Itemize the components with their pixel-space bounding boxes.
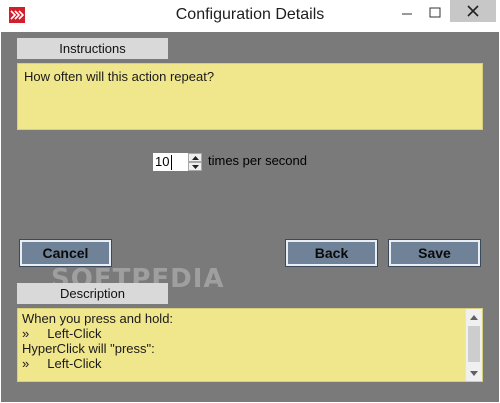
window-title: Configuration Details	[175, 6, 325, 23]
chevron-down-icon	[470, 370, 478, 376]
spin-up-button[interactable]	[188, 153, 202, 162]
description-line: HyperClick will "press":	[22, 341, 155, 356]
close-icon	[467, 5, 479, 17]
spin-down-button[interactable]	[188, 162, 202, 171]
repeat-rate-spinner[interactable]: 10	[152, 152, 203, 172]
description-box: When you press and hold: » Left-Click Hy…	[17, 308, 483, 382]
chevron-up-icon	[470, 314, 478, 320]
text-caret	[171, 155, 172, 170]
arrow-down-icon	[191, 164, 199, 169]
minimize-icon[interactable]	[398, 4, 416, 22]
repeat-rate-input[interactable]: 10	[155, 154, 169, 169]
back-button[interactable]: Back	[285, 239, 378, 267]
close-button[interactable]	[450, 0, 496, 22]
description-label: Description	[17, 283, 168, 304]
repeat-rate-unit: times per second	[208, 153, 307, 168]
description-line: » Left-Click	[22, 326, 102, 341]
instructions-box: How often will this action repeat?	[17, 63, 483, 130]
cancel-button[interactable]: Cancel	[19, 239, 112, 267]
dialog-body: Instructions How often will this action …	[1, 32, 499, 402]
configuration-window: Configuration Details Instructions How o…	[0, 0, 500, 403]
description-line: When you press and hold:	[22, 311, 174, 326]
save-button[interactable]: Save	[388, 239, 481, 267]
instructions-text: How often will this action repeat?	[24, 69, 215, 84]
description-text: When you press and hold: » Left-Click Hy…	[22, 311, 173, 371]
description-scrollbar[interactable]	[465, 309, 482, 381]
scrollbar-thumb[interactable]	[468, 326, 480, 362]
scroll-up-button[interactable]	[466, 309, 482, 325]
maximize-icon[interactable]	[426, 4, 444, 22]
scroll-down-button[interactable]	[466, 365, 482, 381]
instructions-label: Instructions	[17, 38, 168, 59]
description-line: » Left-Click	[22, 356, 102, 371]
arrow-up-icon	[191, 155, 199, 160]
title-bar[interactable]: Configuration Details	[0, 0, 500, 32]
